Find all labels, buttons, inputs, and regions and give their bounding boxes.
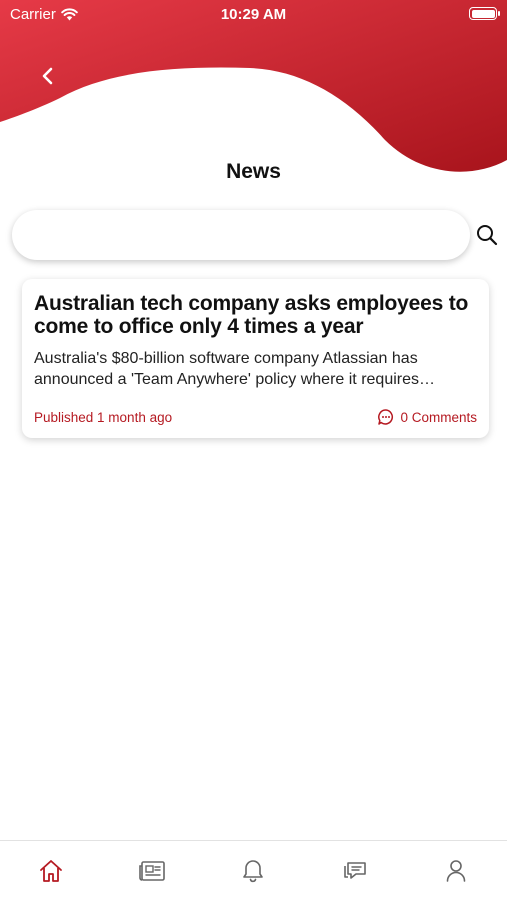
- tab-profile[interactable]: [431, 846, 481, 896]
- search-button[interactable]: [475, 223, 499, 247]
- comment-icon: [378, 409, 394, 425]
- newspaper-icon: [139, 860, 165, 881]
- comments-link[interactable]: 0 Comments: [377, 408, 477, 426]
- news-meta: Published 1 month ago 0 Comments: [34, 408, 477, 426]
- tab-home[interactable]: [26, 846, 76, 896]
- news-card[interactable]: Australian tech company asks employees t…: [22, 279, 489, 438]
- comments-count: 0 Comments: [400, 409, 477, 425]
- page-title: News: [226, 160, 281, 183]
- bottom-tab-bar: [0, 840, 507, 900]
- home-icon: [39, 859, 62, 882]
- search-icon: [477, 225, 498, 246]
- status-bar: Carrier 10:29 AM: [0, 0, 507, 28]
- battery-icon: [469, 7, 500, 20]
- bell-icon: [243, 859, 264, 882]
- user-icon: [446, 859, 466, 882]
- published-date: Published 1 month ago: [34, 409, 173, 425]
- search-bar: [12, 210, 470, 260]
- search-input[interactable]: [12, 210, 470, 260]
- news-title: Australian tech company asks employees t…: [34, 292, 469, 338]
- tab-news[interactable]: [127, 846, 177, 896]
- news-excerpt: Australia's $80-billion software company…: [34, 350, 419, 388]
- tab-messages[interactable]: [330, 846, 380, 896]
- status-time: 10:29 AM: [220, 6, 287, 23]
- tab-notifications[interactable]: [228, 846, 278, 896]
- back-button[interactable]: [36, 62, 60, 90]
- chat-icon: [344, 861, 366, 879]
- chevron-left-icon: [42, 67, 53, 85]
